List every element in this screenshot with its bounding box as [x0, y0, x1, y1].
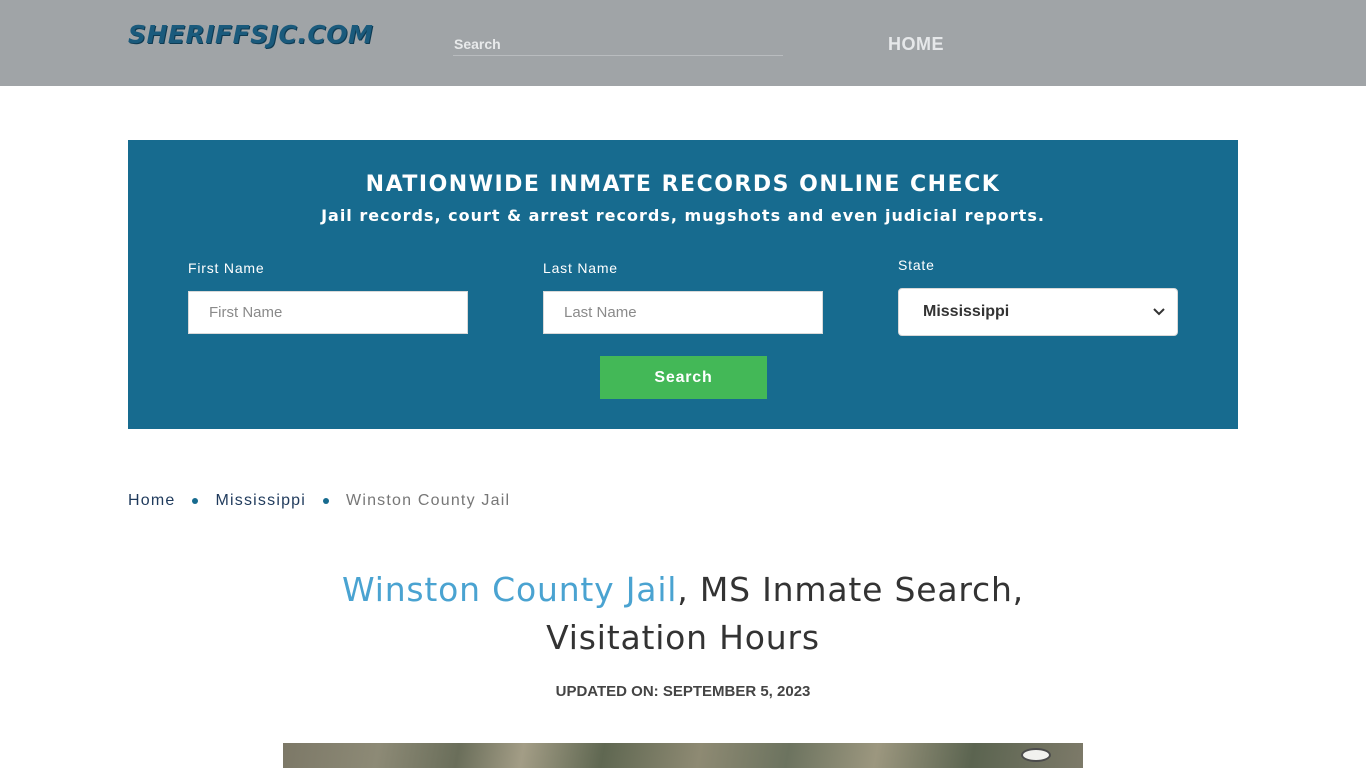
breadcrumb-current: Winston County Jail — [346, 492, 511, 509]
water-tank-shape — [1021, 748, 1051, 762]
breadcrumb-dot-icon — [192, 498, 199, 504]
nav-home-link[interactable]: HOME — [888, 34, 944, 55]
page-title: Winston County Jail, MS Inmate Search, V… — [283, 566, 1083, 662]
header-search — [453, 33, 783, 56]
state-label: State — [898, 257, 935, 273]
updated-date: UPDATED ON: SEPTEMBER 5, 2023 — [555, 683, 811, 700]
breadcrumb-home[interactable]: Home — [128, 492, 175, 510]
panel-title: NATIONWIDE INMATE RECORDS ONLINE CHECK — [365, 172, 1001, 197]
first-name-field[interactable] — [188, 291, 468, 334]
panel-subtitle: Jail records, court & arrest records, mu… — [321, 206, 1045, 225]
site-header: SHERIFFSJC.COM HOME — [0, 0, 1366, 86]
state-select[interactable]: Mississippi — [898, 288, 1178, 336]
jail-aerial-image — [283, 743, 1083, 768]
site-logo[interactable]: SHERIFFSJC.COM — [128, 20, 373, 49]
state-selected-value: Mississippi — [923, 303, 1010, 320]
last-name-label: Last Name — [543, 260, 618, 276]
last-name-field[interactable] — [543, 291, 823, 334]
search-button[interactable]: Search — [600, 356, 767, 399]
page-title-highlight: Winston County Jail — [342, 570, 678, 609]
breadcrumb-dot-icon — [323, 498, 330, 504]
breadcrumb: Home Mississippi Winston County Jail — [128, 492, 510, 510]
chevron-down-icon — [1153, 305, 1165, 319]
breadcrumb-mississippi[interactable]: Mississippi — [215, 492, 306, 510]
first-name-label: First Name — [188, 260, 265, 276]
search-input[interactable] — [453, 33, 783, 55]
